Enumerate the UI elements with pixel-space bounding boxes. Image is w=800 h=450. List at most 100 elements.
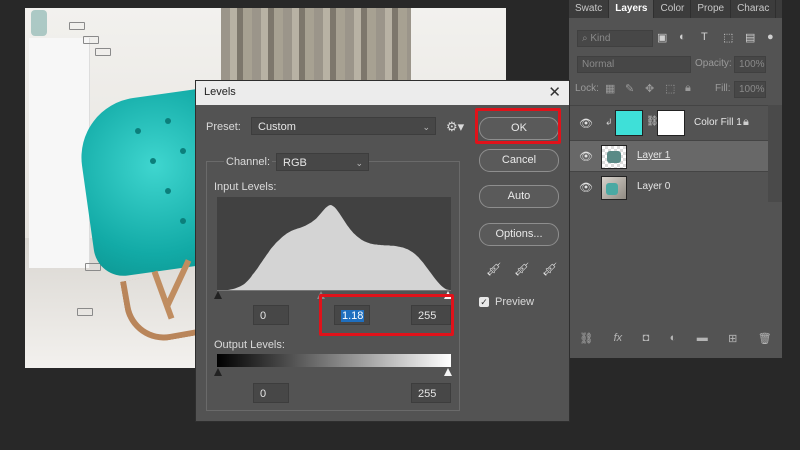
clip-arrow-icon: ↲ [605,117,613,127]
brick-decor [85,263,101,271]
tab-swatches[interactable]: Swatc [569,0,610,18]
input-black-slider[interactable] [214,291,222,299]
panel-tabs: Swatc Layers Color Prope Charac [569,0,782,18]
fill-value: 100% [739,84,765,95]
eye-icon[interactable]: 👁︎ [579,117,593,130]
tuft [165,188,171,194]
preview-label: Preview [495,296,535,308]
fill-field[interactable]: 100% [734,81,766,98]
input-slider-track [217,290,451,291]
lock-transparent-icon[interactable]: ▦ [605,82,615,95]
fill-label: Fill: [715,83,731,94]
options-button[interactable]: Options... [479,223,559,246]
opacity-field[interactable]: 100% [734,56,766,73]
tuft [180,148,186,154]
ok-highlight [475,108,561,144]
layer-thumbnail[interactable] [601,145,627,169]
kind-filter[interactable]: ⌕ Kind [577,30,653,47]
layers-footer: ⛓︎ fx ◘ ◐ ▬ ⊞ 🗑︎ [569,332,782,350]
opacity-value: 100% [739,59,765,70]
add-mask-icon[interactable]: ◘ [643,332,650,350]
levels-dialog: Levels ✕ Preset: Custom ⌄ ⚙︎▾ Channel: R… [195,80,570,422]
input-black-field[interactable]: 0 [253,305,289,325]
blend-mode-select[interactable]: Normal [577,56,691,73]
fx-icon[interactable]: fx [614,332,623,350]
eye-icon[interactable]: 👁︎ [579,181,593,194]
layers-scrollbar[interactable] [768,105,782,202]
fill-color-thumbnail[interactable] [615,110,643,136]
layer-thumbnail[interactable] [601,176,627,200]
preset-value: Custom [258,121,296,133]
lock-icon: 🔒︎ [743,116,749,128]
layer-row-color-fill[interactable]: 👁︎ ↲ ⛓︎ Color Fill 1 🔒︎ [569,105,768,140]
preview-checkbox[interactable]: ✓ [479,297,489,307]
chevron-down-icon: ⌄ [422,122,430,132]
dialog-titlebar[interactable]: Levels ✕ [196,81,569,105]
link-layers-icon[interactable]: ⛓︎ [579,332,593,350]
filter-toggle-icon[interactable]: ● [767,31,774,43]
mask-thumbnail[interactable] [657,110,685,136]
preset-label: Preset: [206,121,241,133]
lock-label: Lock: [575,83,599,94]
output-black-field[interactable]: 0 [253,383,289,403]
brick-decor [77,308,93,316]
vase [31,10,47,36]
channel-select[interactable]: RGB ⌄ [276,153,369,171]
output-white-slider[interactable] [444,368,452,376]
kind-filter-label: Kind [590,33,611,44]
output-black-slider[interactable] [214,368,222,376]
group-folder-icon[interactable]: ▬ [697,332,708,350]
lock-all-icon[interactable]: 🔒︎ [685,82,691,95]
smart-object-filter-icon[interactable]: ▤ [745,31,755,44]
blend-mode-value: Normal [582,59,615,70]
adjustment-filter-icon[interactable]: ◐ [679,31,686,43]
tab-properties[interactable]: Prope [691,0,732,18]
lock-image-icon[interactable]: ✎ [625,82,634,95]
white-eyedropper-icon[interactable]: 💉︎ [541,261,559,278]
output-white-field[interactable]: 255 [411,383,451,403]
lock-artboard-icon[interactable]: ⬚ [665,82,675,95]
brick-decor [69,22,85,30]
channel-label: Channel: [224,156,273,168]
histogram-shape [217,205,451,290]
close-icon[interactable]: ✕ [548,83,561,101]
brick-decor [83,36,99,44]
auto-button[interactable]: Auto [479,185,559,208]
chair-thumb-shape [606,183,618,195]
layer-name[interactable]: Layer 0 [637,181,670,192]
tuft [135,128,141,134]
preset-select[interactable]: Custom ⌄ [251,117,436,135]
tab-color[interactable]: Color [654,0,692,18]
tab-character[interactable]: Charac [731,0,777,18]
tab-layers[interactable]: Layers [609,0,655,18]
chair-thumb-shape [607,151,621,163]
type-filter-icon[interactable]: T [701,31,708,43]
dialog-title: Levels [204,86,236,98]
output-levels-label: Output Levels: [214,339,285,351]
black-eyedropper-icon[interactable]: 💉︎ [485,261,503,278]
new-layer-icon[interactable]: ⊞ [728,332,737,350]
tuft [150,158,156,164]
eye-icon[interactable]: 👁︎ [579,150,593,163]
layers-panel: Swatc Layers Color Prope Charac ⌕ Kind ▣… [569,0,782,358]
layer-name[interactable]: Layer 1 [637,150,670,161]
layer-name[interactable]: Color Fill 1 [694,117,742,128]
channel-value: RGB [283,157,307,169]
lock-position-icon[interactable]: ✥ [645,82,654,95]
adjustment-layer-icon[interactable]: ◐ [670,332,677,350]
gear-icon[interactable]: ⚙︎▾ [446,119,464,135]
trash-icon[interactable]: 🗑︎ [758,332,772,350]
cancel-button[interactable]: Cancel [479,149,559,172]
shape-filter-icon[interactable]: ⬚ [723,31,733,44]
image-filter-icon[interactable]: ▣ [657,31,667,44]
search-icon: ⌕ [582,33,588,44]
opacity-label: Opacity: [695,58,732,69]
output-gradient [217,354,451,367]
tuft [180,218,186,224]
chevron-down-icon: ⌄ [355,158,363,168]
layer-row-layer-1[interactable]: 👁︎ Layer 1 [569,140,768,171]
gray-eyedropper-icon[interactable]: 💉︎ [513,261,531,278]
histogram [217,197,451,290]
brick-decor [95,48,111,56]
layer-row-layer-0[interactable]: 👁︎ Layer 0 [569,171,768,202]
